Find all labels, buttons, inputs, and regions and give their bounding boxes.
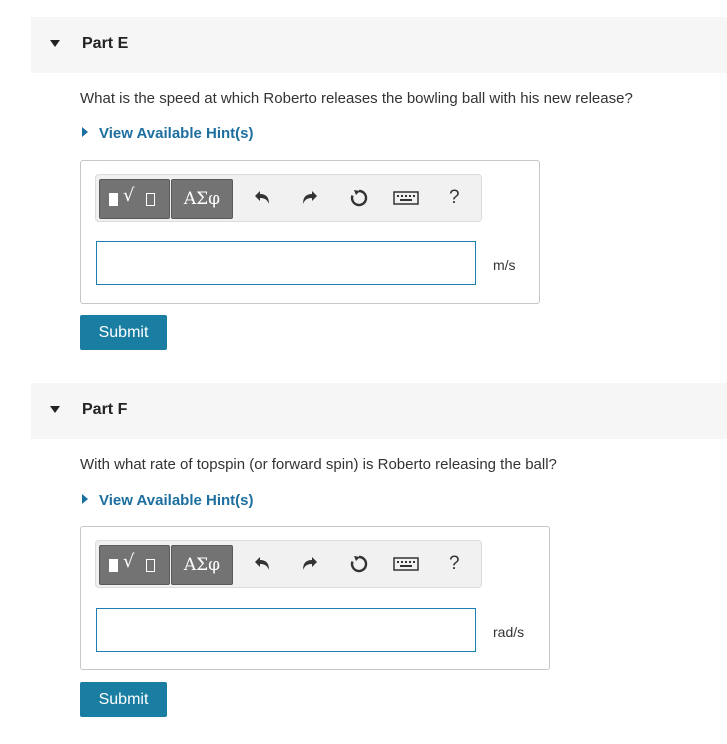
redo-icon[interactable]	[299, 187, 321, 209]
answer-input[interactable]	[96, 608, 476, 652]
template-square-icon	[146, 559, 155, 572]
help-button[interactable]: ?	[449, 553, 460, 575]
expand-triangle-icon	[82, 494, 88, 504]
question-text: What is the speed at which Roberto relea…	[80, 90, 633, 107]
undo-icon[interactable]	[251, 553, 273, 575]
keyboard-icon[interactable]	[393, 187, 419, 209]
templates-button[interactable]: √	[99, 179, 170, 219]
answer-box: √ ΑΣφ ? rad/s	[80, 526, 550, 670]
help-button[interactable]: ?	[449, 187, 460, 209]
math-toolbar: √ ΑΣφ ?	[95, 540, 482, 588]
redo-icon[interactable]	[299, 553, 321, 575]
view-hints-link[interactable]: View Available Hint(s)	[82, 492, 254, 509]
part-e-header[interactable]: Part E	[31, 17, 727, 73]
reset-icon[interactable]	[348, 553, 370, 575]
view-hints-link[interactable]: View Available Hint(s)	[82, 125, 254, 142]
greek-symbols-button[interactable]: ΑΣφ	[171, 179, 233, 219]
undo-icon[interactable]	[251, 187, 273, 209]
template-square-icon	[109, 193, 118, 206]
math-toolbar: √ ΑΣφ ?	[95, 174, 482, 222]
answer-box: √ ΑΣφ ? m/s	[80, 160, 540, 304]
part-f-header[interactable]: Part F	[31, 383, 727, 439]
expand-triangle-icon	[82, 127, 88, 137]
template-square-icon	[146, 193, 155, 206]
reset-icon[interactable]	[348, 187, 370, 209]
hint-label: View Available Hint(s)	[99, 125, 254, 142]
answer-input[interactable]	[96, 241, 476, 285]
greek-symbols-button[interactable]: ΑΣφ	[171, 545, 233, 585]
part-title: Part F	[82, 401, 128, 418]
collapse-caret-icon[interactable]	[50, 40, 60, 47]
question-text: With what rate of topspin (or forward sp…	[80, 456, 557, 473]
collapse-caret-icon[interactable]	[50, 406, 60, 413]
templates-button[interactable]: √	[99, 545, 170, 585]
unit-label: rad/s	[493, 624, 525, 640]
radical-icon: √	[123, 185, 135, 206]
part-title: Part E	[82, 35, 129, 52]
template-square-icon	[109, 559, 118, 572]
radical-icon: √	[123, 551, 135, 572]
keyboard-icon[interactable]	[393, 553, 419, 575]
unit-label: m/s	[493, 257, 516, 273]
submit-button[interactable]: Submit	[80, 315, 167, 350]
hint-label: View Available Hint(s)	[99, 492, 254, 509]
submit-button[interactable]: Submit	[80, 682, 167, 717]
